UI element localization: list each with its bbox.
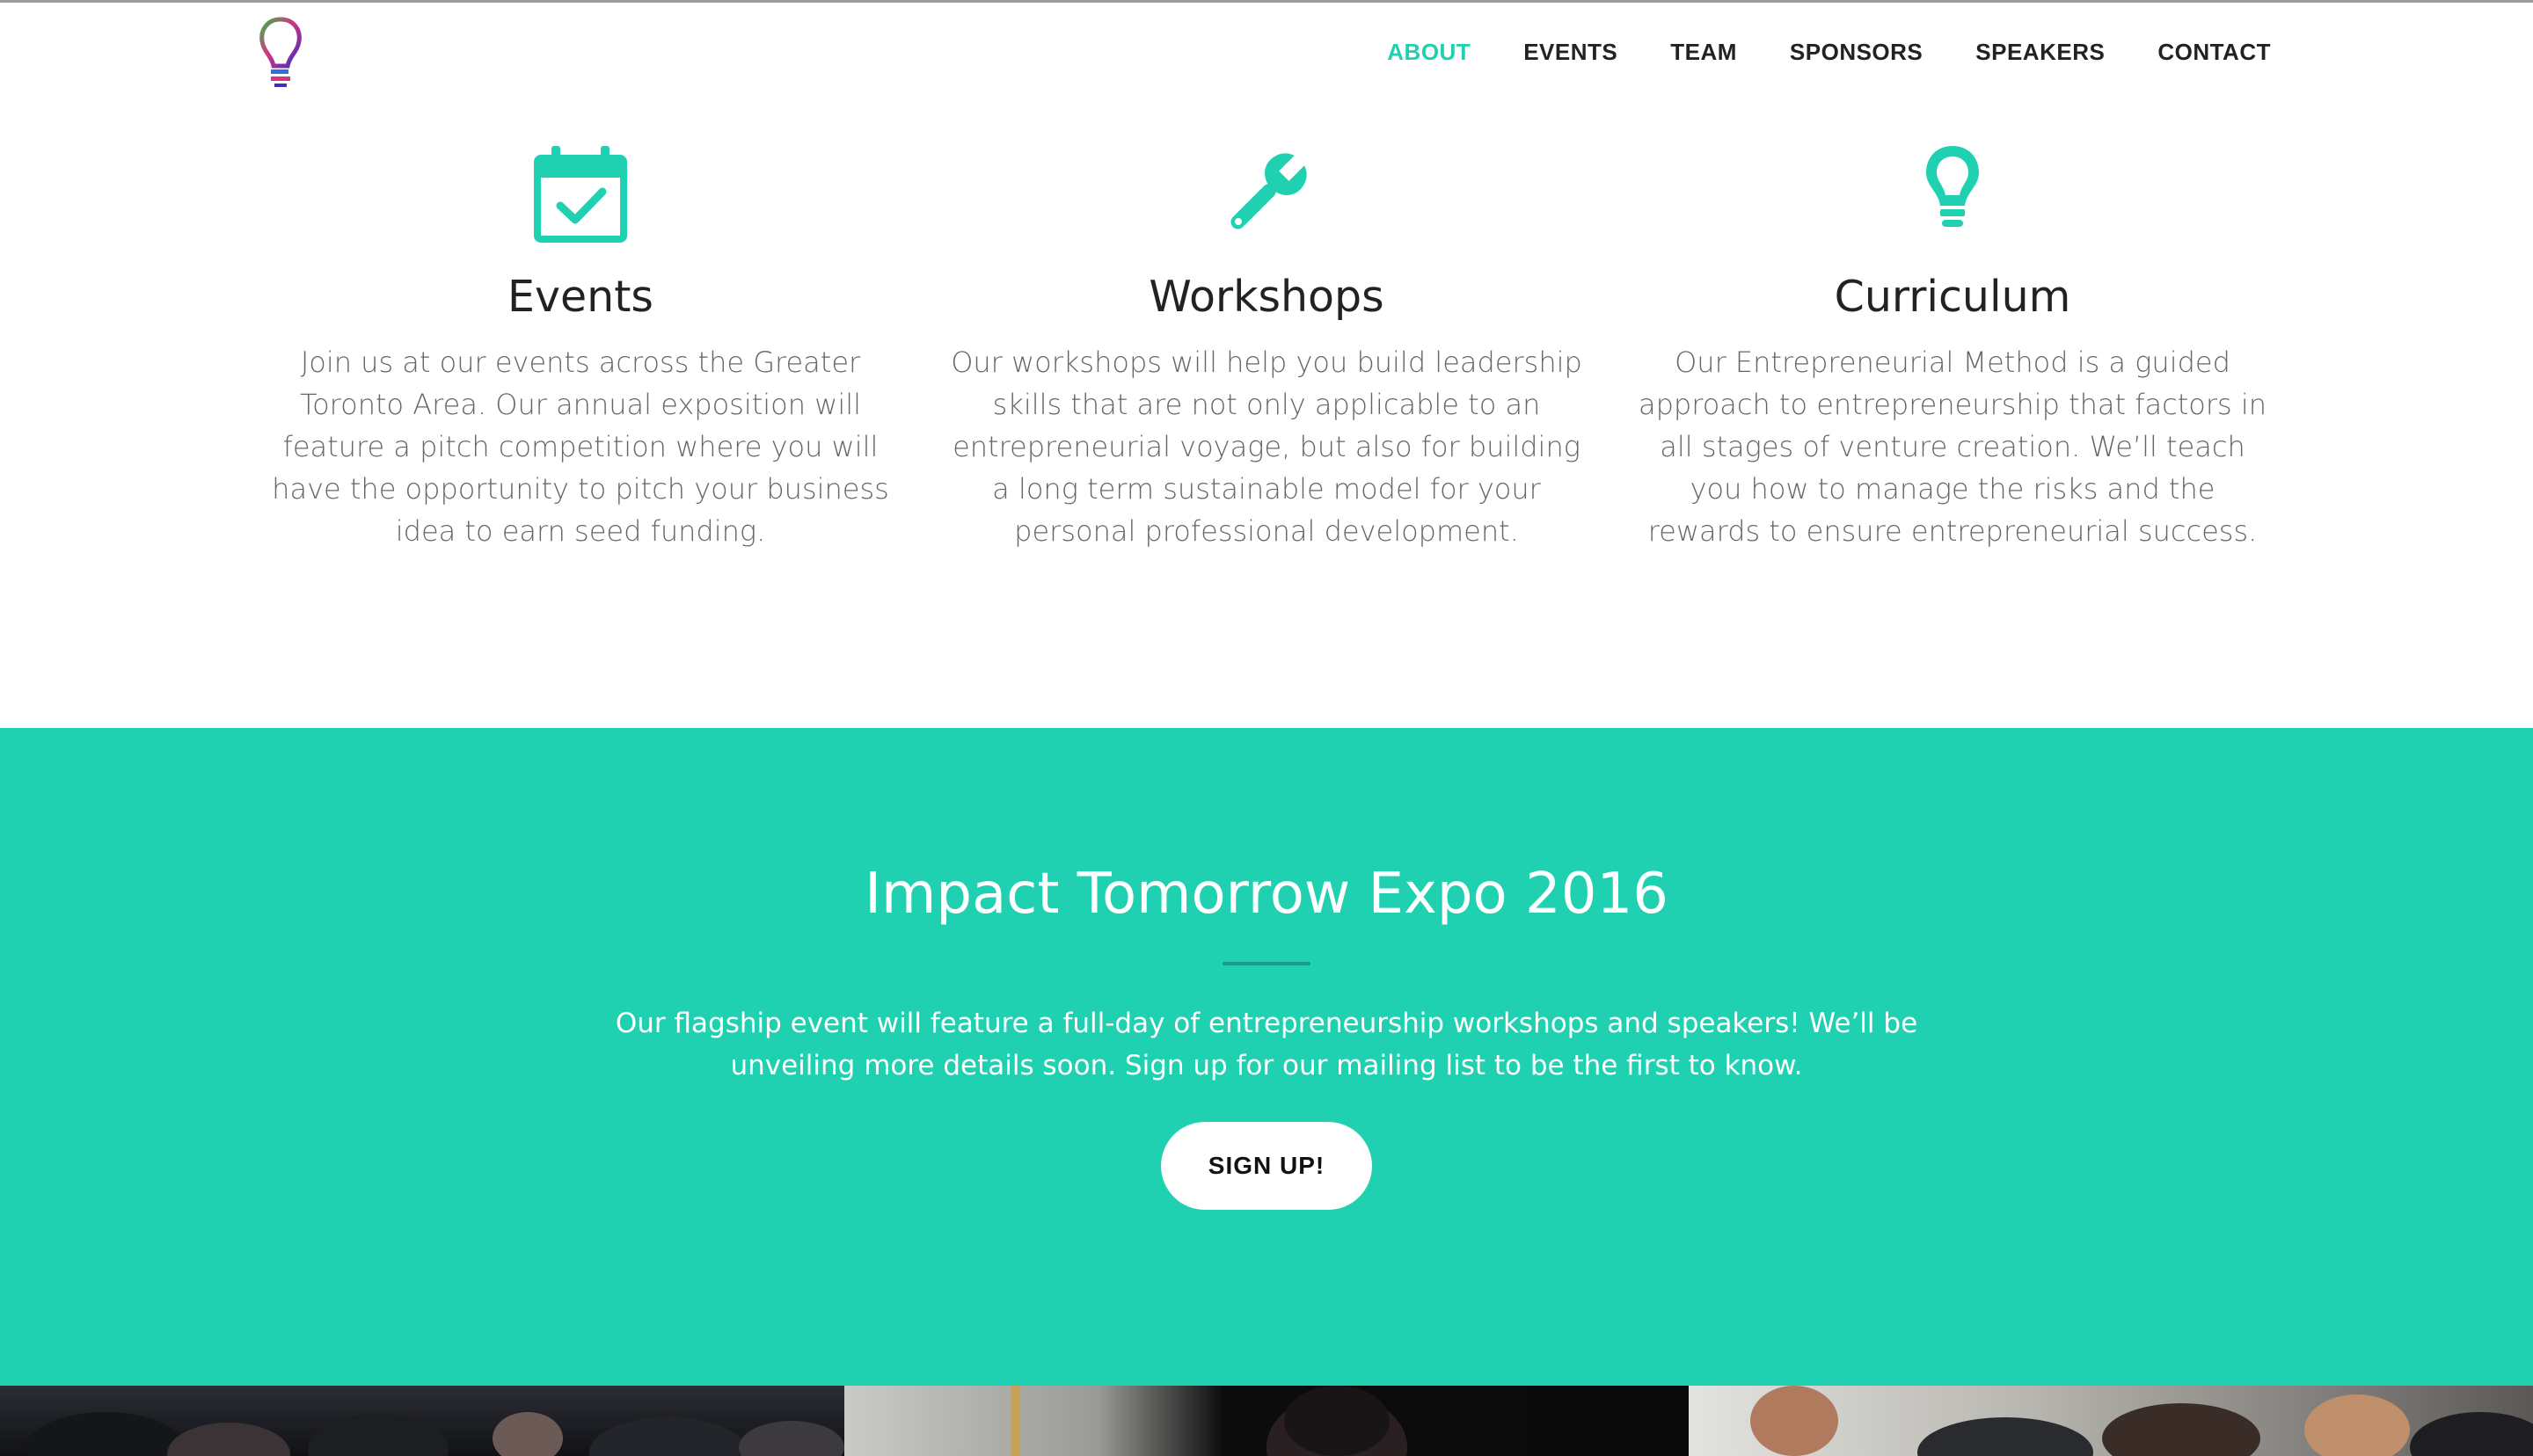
- lightbulb-logo-icon[interactable]: [255, 15, 306, 89]
- feature-text: Our workshops will help you build leader…: [951, 346, 1582, 548]
- sign-up-button[interactable]: SIGN UP!: [1161, 1122, 1372, 1210]
- nav-events[interactable]: EVENTS: [1523, 39, 1617, 66]
- feature-text: Our Entrepreneurial Method is a guided a…: [1639, 346, 2267, 548]
- feature-text: Join us at our events across the Greater…: [272, 346, 889, 548]
- lightbulb-icon: [1926, 146, 1979, 227]
- title-divider: [1223, 962, 1310, 965]
- site-header: ABOUT EVENTS TEAM SPONSORS SPEAKERS CONT…: [0, 3, 2533, 104]
- expo-banner: Impact Tomorrow Expo 2016 Our flagship e…: [0, 728, 2533, 1386]
- banner-title: Impact Tomorrow Expo 2016: [865, 862, 1668, 927]
- feature-title: Events: [507, 272, 653, 322]
- feature-title: Curriculum: [1834, 272, 2071, 322]
- event-photo-audience: [1689, 1386, 2533, 1456]
- calendar-check-icon: [534, 146, 627, 243]
- nav-contact[interactable]: CONTACT: [2157, 39, 2271, 66]
- nav-about[interactable]: ABOUT: [1387, 39, 1471, 66]
- event-photo-crowd: [0, 1386, 844, 1456]
- nav-sponsors[interactable]: SPONSORS: [1790, 39, 1923, 66]
- wrench-icon: [1230, 152, 1308, 229]
- main-nav: ABOUT EVENTS TEAM SPONSORS SPEAKERS CONT…: [1334, 3, 2271, 102]
- nav-team[interactable]: TEAM: [1670, 39, 1737, 66]
- features-section: Events Join us at our events across the …: [0, 102, 2533, 728]
- photo-strip: [0, 1386, 2533, 1456]
- event-photo-speaker: [844, 1386, 1689, 1456]
- nav-speakers[interactable]: SPEAKERS: [1975, 39, 2105, 66]
- banner-text: Our flagship event will feature a full-d…: [615, 1008, 1918, 1081]
- feature-title: Workshops: [1149, 272, 1384, 322]
